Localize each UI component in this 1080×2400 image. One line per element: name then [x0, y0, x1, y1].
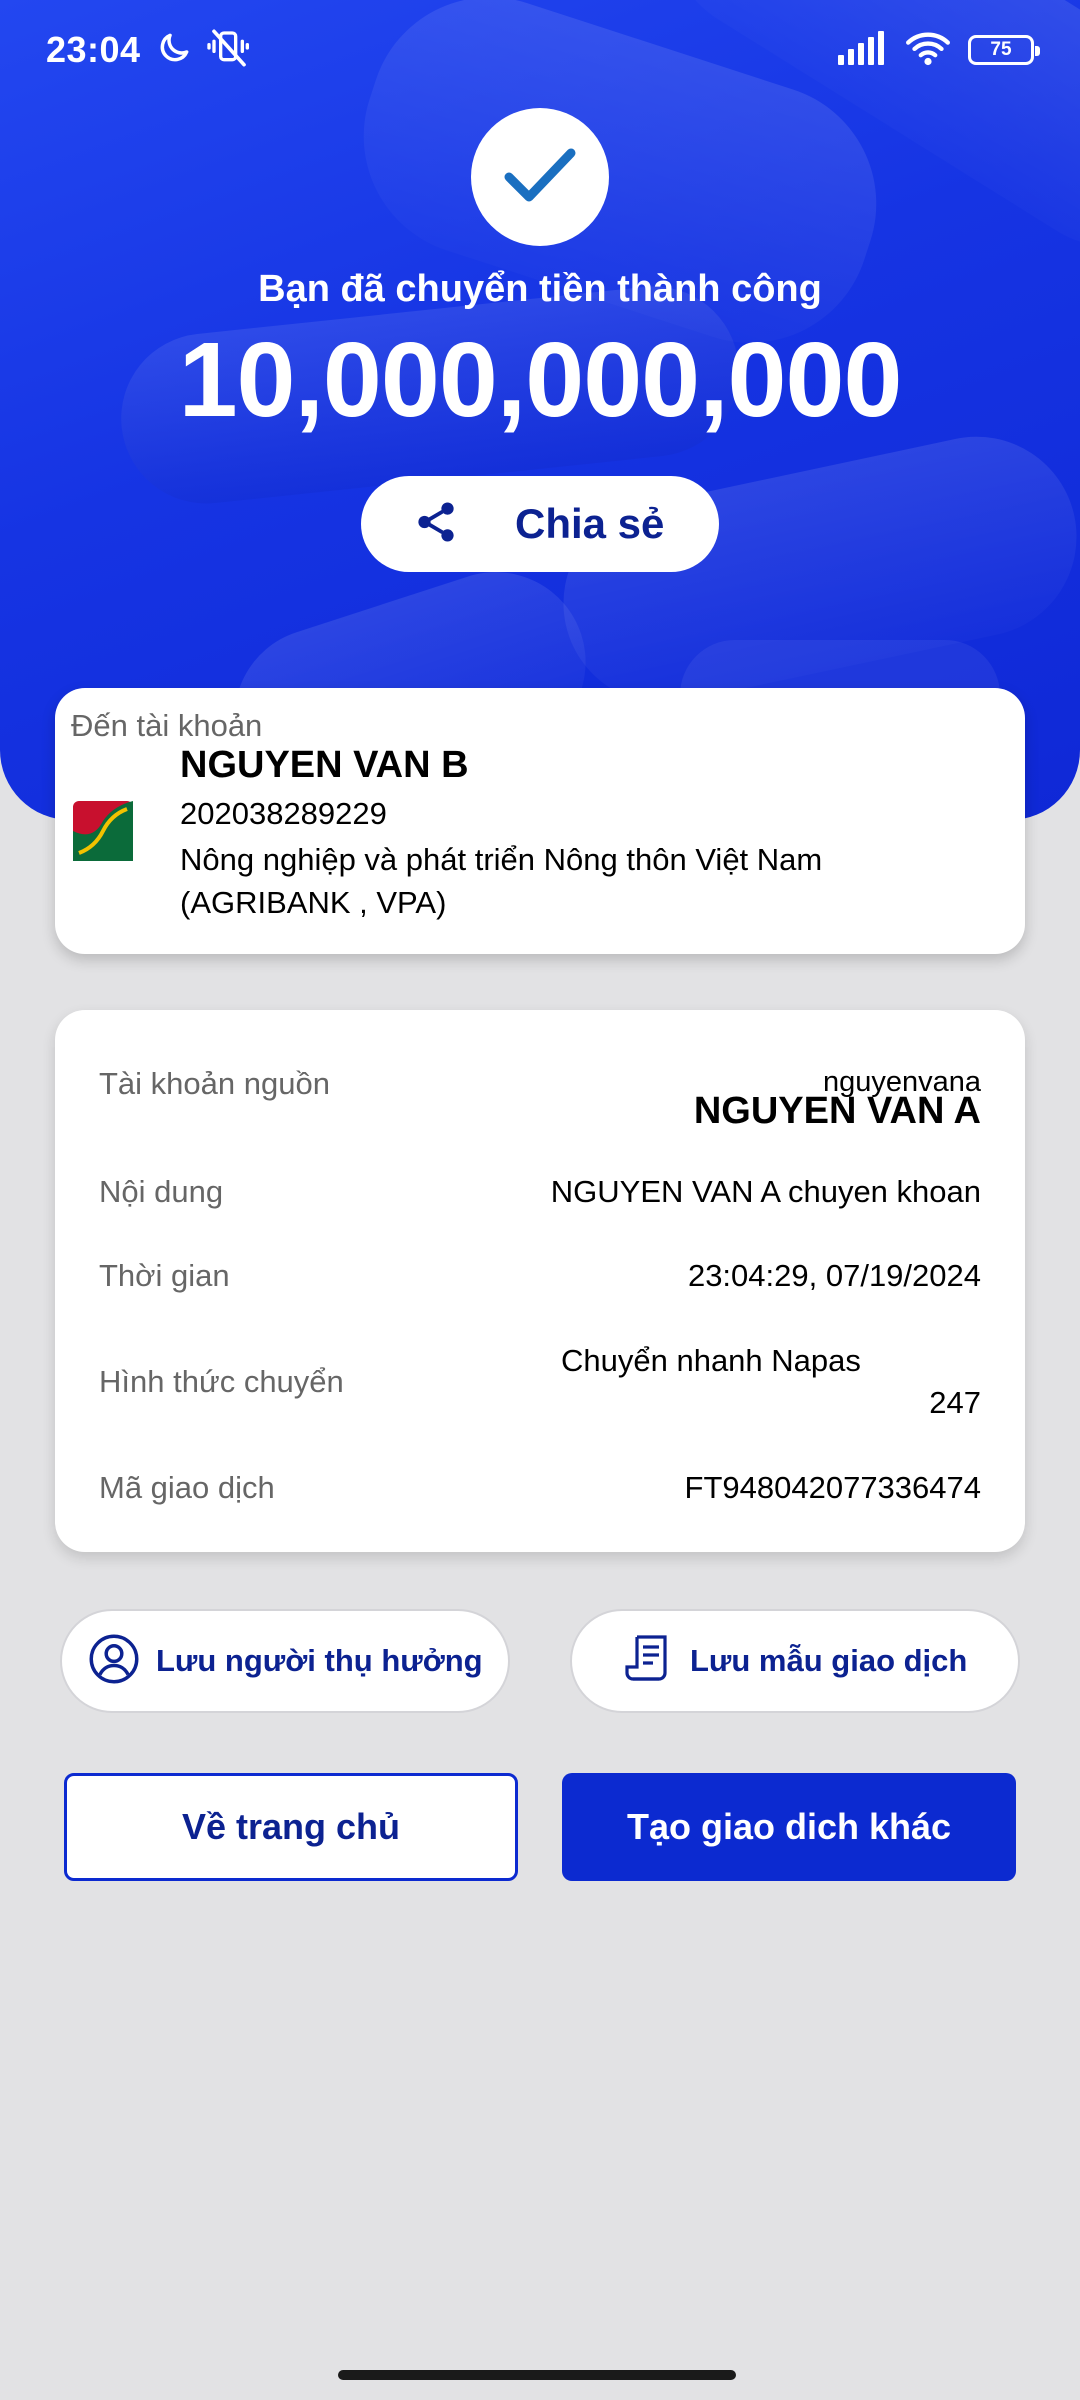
- status-time: 23:04: [46, 29, 141, 70]
- signal-icon: [838, 30, 888, 70]
- battery-icon: 75: [968, 35, 1040, 65]
- recipient-name: NGUYEN VAN B: [180, 744, 469, 786]
- checkmark-icon: [503, 145, 577, 210]
- share-label: Chia sẻ: [515, 500, 665, 547]
- method-value: Chuyển nhanh Napas 247: [561, 1340, 981, 1424]
- user-circle-icon: [88, 1633, 140, 1690]
- bank-logo-icon: [73, 801, 133, 861]
- home-button[interactable]: Về trang chủ: [64, 1773, 518, 1881]
- source-account-name: NGUYEN VAN A: [693, 1090, 981, 1132]
- recipient-label: Đến tài khoản: [71, 708, 263, 743]
- status-bar: 23:04 75: [0, 0, 1080, 100]
- content-label: Nội dung: [99, 1174, 224, 1209]
- new-transaction-button[interactable]: Tạo giao dich khác: [562, 1773, 1016, 1881]
- time-value: 23:04:29, 07/19/2024: [687, 1258, 981, 1293]
- mute-icon: [206, 28, 251, 73]
- recipient-account-number: 202038289229: [180, 796, 387, 831]
- save-beneficiary-button[interactable]: Lưu người thụ hưởng: [60, 1609, 510, 1713]
- success-check-badge: [471, 108, 609, 246]
- transaction-details-card: Tài khoản nguồn nguyenvana NGUYEN VAN A …: [55, 1010, 1025, 1552]
- success-message: Bạn đã chuyển tiền thành công: [258, 268, 822, 310]
- home-button-label: Về trang chủ: [181, 1806, 401, 1847]
- recipient-card: Đến tài khoản NGUYEN VAN B 202038289229 …: [55, 688, 1025, 954]
- transfer-amount: 10,000,000,000: [178, 321, 903, 439]
- save-template-label: Lưu mẫu giao dịch: [690, 1643, 968, 1678]
- home-indicator[interactable]: [338, 2370, 736, 2380]
- transaction-id-label: Mã giao dịch: [99, 1470, 275, 1505]
- time-label: Thời gian: [99, 1258, 230, 1293]
- new-transaction-label: Tạo giao dich khác: [626, 1806, 952, 1847]
- content-value: NGUYEN VAN A chuyen khoan: [550, 1174, 981, 1209]
- wifi-icon: [906, 30, 950, 71]
- moon-icon: [155, 29, 193, 72]
- source-account-label: Tài khoản nguồn: [99, 1066, 330, 1101]
- share-button[interactable]: Chia sẻ: [361, 476, 719, 572]
- status-left: 23:04: [46, 28, 251, 73]
- share-icon: [413, 499, 459, 550]
- battery-level: 75: [990, 39, 1012, 60]
- transaction-id-value: FT948042077336474: [684, 1470, 981, 1505]
- method-value-line2: 247: [929, 1385, 981, 1420]
- method-label: Hình thức chuyển: [99, 1364, 344, 1399]
- save-beneficiary-label: Lưu người thụ hưởng: [156, 1643, 483, 1678]
- recipient-bank-name: Nông nghiệp và phát triển Nông thôn Việt…: [180, 842, 823, 920]
- status-right: 75: [838, 30, 1040, 71]
- method-value-line1: Chuyển nhanh Napas: [561, 1343, 861, 1378]
- save-template-button[interactable]: Lưu mẫu giao dịch: [570, 1609, 1020, 1713]
- receipt-icon: [624, 1633, 674, 1690]
